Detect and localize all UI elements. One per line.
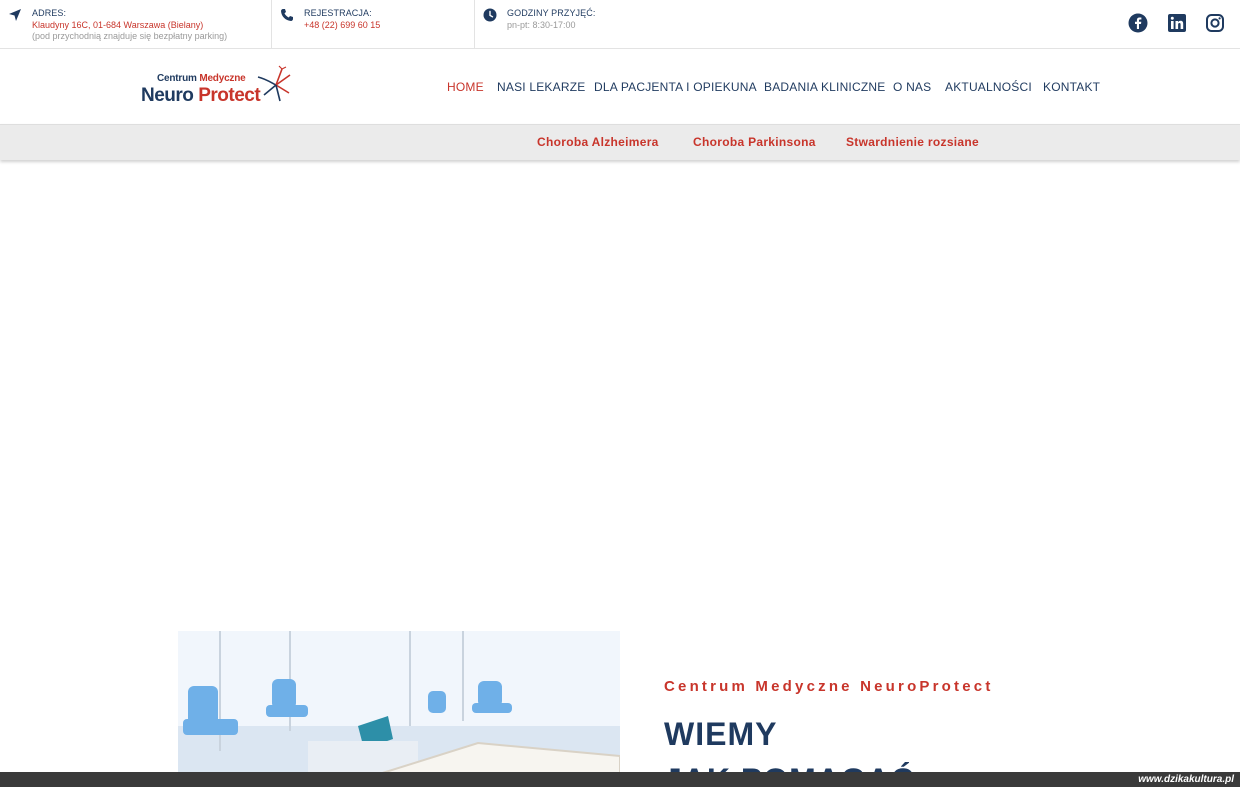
hours-label: GODZINY PRZYJĘĆ:	[507, 8, 596, 18]
address-label: ADRES:	[32, 8, 67, 18]
linkedin-icon[interactable]	[1167, 13, 1187, 33]
registration-info: REJESTRACJA: +48 (22) 699 60 15	[272, 0, 474, 48]
nav-aktualnosci[interactable]: AKTUALNOŚCI	[945, 80, 1032, 94]
hours-info: GODZINY PRZYJĘĆ: pn-pt: 8:30-17:00	[475, 0, 725, 48]
subnav-alzheimer[interactable]: Choroba Alzheimera	[537, 135, 659, 149]
clock-icon	[483, 8, 497, 22]
subnav-parkinson[interactable]: Choroba Parkinsona	[693, 135, 816, 149]
registration-label: REJESTRACJA:	[304, 8, 372, 18]
nav-badania-kliniczne[interactable]: BADANIA KLINICZNE	[764, 80, 885, 94]
neuron-mark-icon	[257, 65, 291, 102]
watermark-bar: www.dzikakultura.pl	[0, 772, 1240, 787]
subnav-sm[interactable]: Stwardnienie rozsiane	[846, 135, 979, 149]
watermark-text: www.dzikakultura.pl	[1138, 774, 1234, 785]
nav-nasi-lekarze[interactable]: NASI LEKARZE	[497, 80, 585, 94]
neuroprotect-logo[interactable]: Centrum Medyczne Neuro Protect	[141, 63, 293, 109]
nav-o-nas[interactable]: O NAS	[893, 80, 931, 94]
nav-dla-pacjenta[interactable]: DLA PACJENTA I OPIEKUNA	[594, 80, 757, 94]
nav-home[interactable]: HOME	[447, 80, 484, 94]
address-value[interactable]: Klaudyny 16C, 01-684 Warszawa (Bielany)	[32, 20, 203, 30]
address-info: ADRES: Klaudyny 16C, 01-684 Warszawa (Bi…	[0, 0, 271, 48]
phone-number-link[interactable]: +48 (22) 699 60 15	[304, 20, 380, 30]
hero-kicker: Centrum Medyczne NeuroProtect	[664, 678, 994, 695]
top-info-bar: ADRES: Klaudyny 16C, 01-684 Warszawa (Bi…	[0, 0, 1240, 49]
logo-line-1: Centrum Medyczne	[157, 73, 246, 84]
phone-icon	[280, 8, 294, 22]
hours-value: pn-pt: 8:30-17:00	[507, 20, 576, 30]
location-arrow-icon	[8, 8, 22, 22]
instagram-icon[interactable]	[1205, 13, 1225, 33]
main-header: Centrum Medyczne Neuro Protect HOME NASI…	[0, 49, 1240, 124]
disease-subnav: Choroba Alzheimera Choroba Parkinsona St…	[0, 124, 1240, 160]
clinic-room-photo	[178, 631, 620, 787]
nav-kontakt[interactable]: KONTAKT	[1043, 80, 1100, 94]
facebook-icon[interactable]	[1128, 13, 1148, 33]
parking-note: (pod przychodnią znajduje się bezpłatny …	[32, 31, 228, 41]
hero-headline-line-1: WIEMY	[664, 716, 778, 752]
logo-line-2: Neuro Protect	[141, 85, 261, 106]
